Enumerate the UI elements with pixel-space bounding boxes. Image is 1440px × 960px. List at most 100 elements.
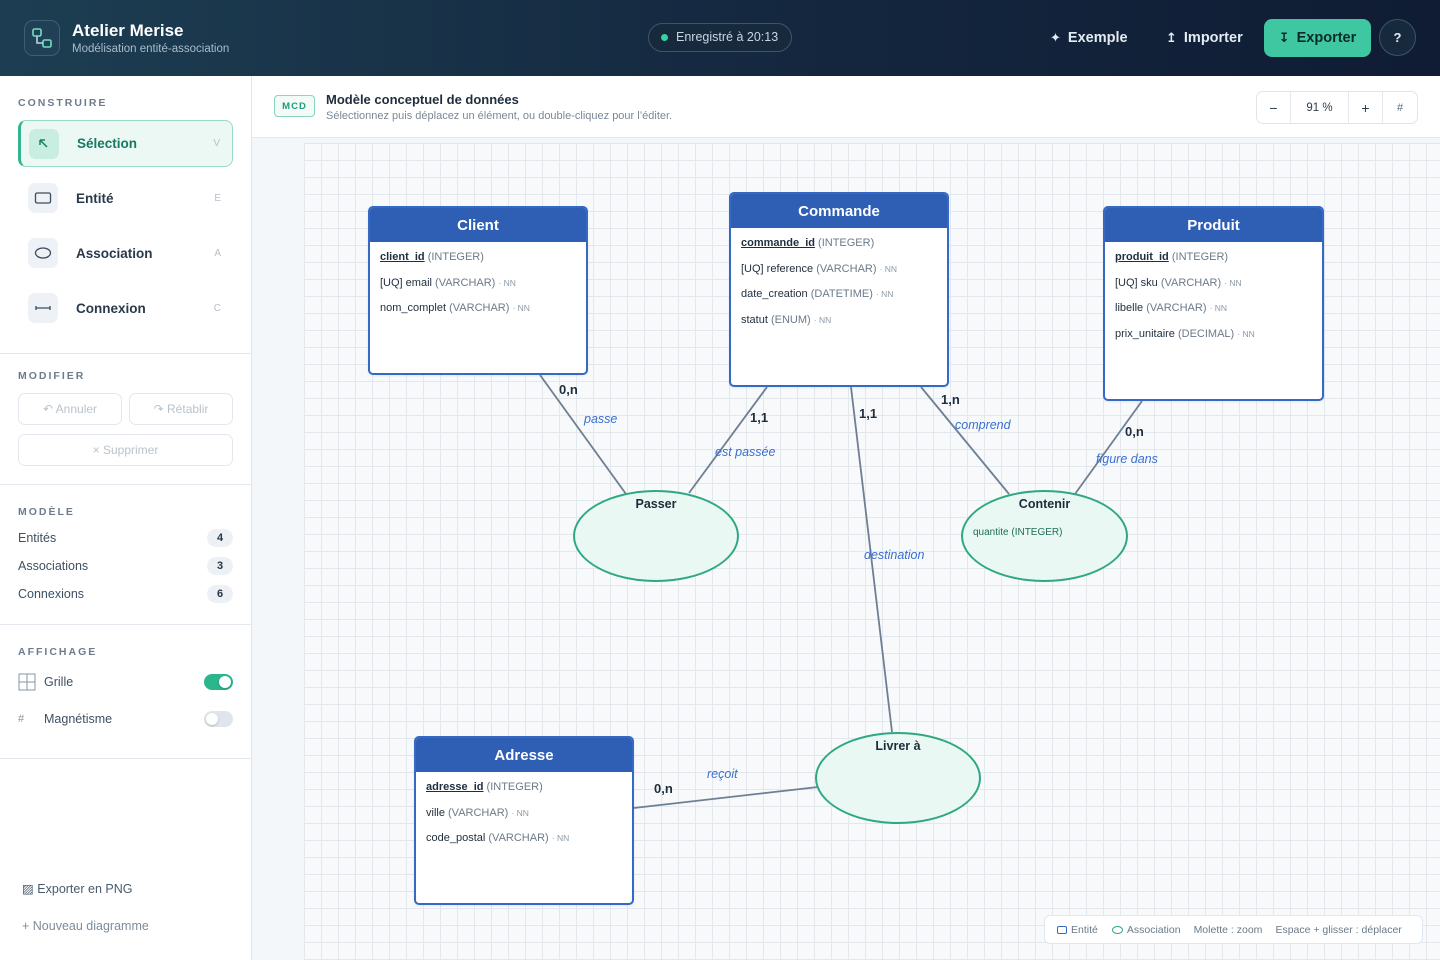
help-button[interactable]: ?: [1379, 19, 1416, 56]
affichage-section-title: AFFICHAGE: [18, 646, 98, 658]
role-recoit: reçoit: [707, 767, 738, 781]
entity-commande[interactable]: Commande commande_id (INTEGER) [UQ] refe…: [729, 192, 949, 387]
ellipse-icon: [28, 238, 58, 268]
magnetisme-toggle[interactable]: [204, 711, 233, 727]
construire-section-title: CONSTRUIRE: [18, 97, 108, 109]
exporter-label: Exporter: [1296, 30, 1357, 46]
cardinality-client-passer: 0,n: [559, 382, 578, 397]
app-logo-icon: [24, 20, 60, 56]
role-figure-dans: figure dans: [1096, 452, 1158, 466]
rectangle-icon: [28, 183, 58, 213]
diagram-canvas[interactable]: Client client_id (INTEGER) [UQ] email (V…: [252, 138, 1440, 960]
entity-client[interactable]: Client client_id (INTEGER) [UQ] email (V…: [368, 206, 588, 375]
legend-pan-hint: Espace + glisser : déplacer: [1275, 923, 1402, 936]
magnetisme-row: # Magnétisme: [18, 708, 233, 730]
attribute-row: commande_id (INTEGER): [741, 237, 875, 249]
exemple-button[interactable]: ✦ Exemple: [1040, 19, 1138, 57]
association-contenir[interactable]: Contenir quantite (INTEGER): [961, 490, 1128, 582]
association-livrer[interactable]: Livrer à: [815, 732, 981, 824]
stat-entites-label: Entités: [18, 531, 57, 545]
entity-produit-title: Produit: [1105, 208, 1322, 242]
grid-toggle-button[interactable]: #: [1383, 92, 1417, 123]
association-shape-icon: [1111, 925, 1123, 934]
cardinality-commande-passer: 1,1: [750, 410, 769, 425]
attribute-row: code_postal (VARCHAR) · NN: [426, 832, 570, 844]
tool-connexion-shortcut: C: [213, 302, 221, 314]
attribute-row: prix_unitaire (DECIMAL) · NN: [1115, 327, 1255, 340]
link-client-passer: [539, 374, 627, 495]
sidebar: CONSTRUIRE Sélection V Entité E Associat…: [0, 76, 252, 960]
app-title: Atelier Merise: [72, 21, 184, 40]
tool-association[interactable]: Association A: [18, 229, 233, 277]
legend-association: Association: [1111, 924, 1181, 936]
stat-associations-label: Associations: [18, 559, 89, 573]
association-contenir-attribute: quantite (INTEGER): [973, 527, 1063, 538]
role-comprend: comprend: [955, 418, 1011, 432]
grille-toggle-knob: [219, 676, 231, 688]
save-status: Enregistré à 20:13: [648, 23, 793, 52]
app-subtitle: Modélisation entité-association: [72, 43, 230, 55]
canvas-subtitle: Sélectionnez puis déplacez un élément, o…: [326, 110, 673, 122]
tool-connexion[interactable]: Connexion C: [18, 284, 233, 332]
magnet-hash-icon: #: [18, 713, 25, 725]
tool-selection-shortcut: V: [213, 138, 220, 149]
legend-zoom-hint: Molette : zoom: [1193, 923, 1263, 936]
zoom-level: 91 %: [1291, 92, 1349, 123]
grille-toggle[interactable]: [204, 674, 233, 690]
role-passe: passe: [584, 412, 618, 426]
cardinality-produit-contenir: 0,n: [1125, 424, 1144, 439]
attribute-row: date_creation (DATETIME) · NN: [741, 288, 894, 300]
sidebar-divider: [0, 624, 251, 625]
stat-entites: Entités 4: [18, 528, 233, 548]
stat-associations: Associations 3: [18, 556, 233, 576]
entity-commande-title: Commande: [731, 194, 947, 228]
entity-adresse-title: Adresse: [416, 738, 632, 772]
entity-produit[interactable]: Produit produit_id (INTEGER) [UQ] sku (V…: [1103, 206, 1324, 401]
attribute-row: [UQ] email (VARCHAR) · NN: [380, 276, 516, 289]
attribute-row: adresse_id (INTEGER): [426, 781, 543, 793]
entity-client-title: Client: [370, 208, 586, 242]
canvas-toolbar: MCD Modèle conceptuel de données Sélecti…: [252, 76, 1440, 138]
modele-section-title: MODÈLE: [18, 506, 75, 518]
zoom-in-button[interactable]: +: [1349, 92, 1383, 123]
zoom-out-button[interactable]: −: [1257, 92, 1291, 123]
supprimer-button[interactable]: × Supprimer: [18, 434, 233, 466]
grille-row: Grille: [18, 671, 233, 693]
exemple-label: Exemple: [1067, 30, 1128, 46]
stat-connexions-count: 6: [207, 585, 233, 603]
association-passer-title: Passer: [635, 497, 677, 511]
sidebar-divider: [0, 484, 251, 485]
importer-button[interactable]: ↥ Importer: [1156, 19, 1253, 57]
sidebar-divider: [0, 758, 251, 759]
tool-selection[interactable]: Sélection V: [18, 120, 233, 167]
entity-adresse[interactable]: Adresse adresse_id (INTEGER) ville (VARC…: [414, 736, 634, 905]
attribute-row: client_id (INTEGER): [380, 251, 484, 263]
stat-entites-count: 4: [207, 529, 233, 547]
canvas-legend: Entité Association Molette : zoom Espace…: [1044, 915, 1423, 944]
association-passer[interactable]: Passer: [573, 490, 739, 582]
save-status-text: Enregistré à 20:13: [676, 30, 779, 44]
tool-connexion-label: Connexion: [76, 300, 146, 316]
stat-connexions-label: Connexions: [18, 587, 85, 601]
zoom-control: − 91 % + #: [1256, 91, 1418, 124]
attribute-row: nom_complet (VARCHAR) · NN: [380, 302, 530, 314]
tool-entite[interactable]: Entité E: [18, 174, 233, 222]
annuler-button[interactable]: ↶ Annuler: [18, 393, 122, 425]
canvas-title: Modèle conceptuel de données: [326, 92, 519, 107]
link-commande-passer: [688, 386, 768, 494]
grille-label: Grille: [44, 675, 74, 689]
link-commande-contenir: [920, 386, 1010, 495]
role-destination: destination: [864, 548, 925, 562]
exporter-button[interactable]: ↧ Exporter: [1264, 19, 1371, 57]
export-png-link[interactable]: ▨ Exporter en PNG: [22, 881, 132, 896]
stat-associations-count: 3: [207, 557, 233, 575]
retablir-button[interactable]: ↷ Rétablir: [129, 393, 233, 425]
tool-association-label: Association: [76, 245, 153, 261]
entity-shape-icon: [1057, 925, 1067, 934]
nouveau-diagramme-link[interactable]: + Nouveau diagramme: [22, 919, 149, 933]
legend-entite: Entité: [1057, 924, 1098, 936]
attribute-row: libelle (VARCHAR) · NN: [1115, 302, 1228, 314]
tool-association-shortcut: A: [214, 247, 221, 259]
tool-entite-label: Entité: [76, 190, 114, 206]
magnetisme-toggle-knob: [206, 713, 218, 725]
